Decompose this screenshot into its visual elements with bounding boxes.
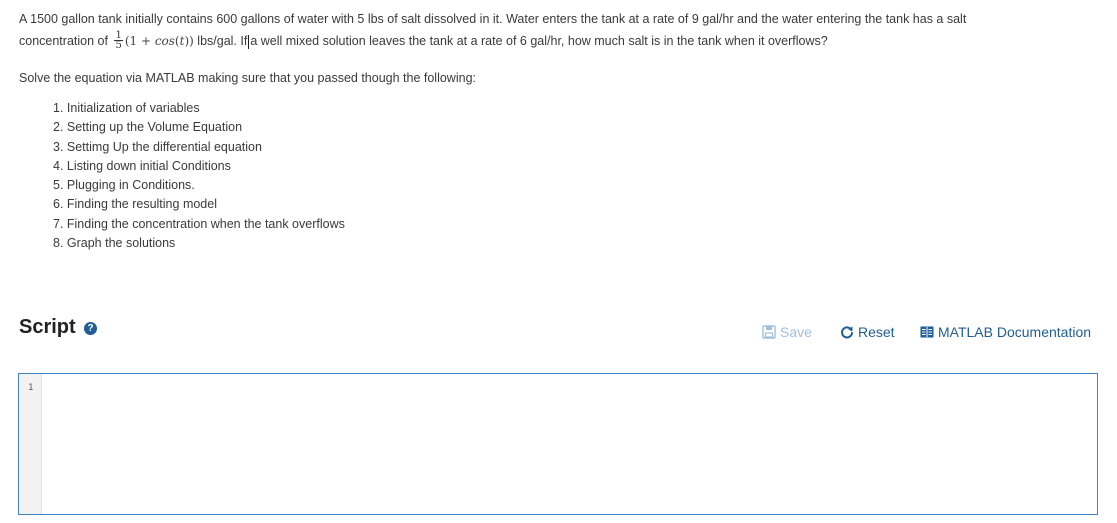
documentation-label: MATLAB Documentation — [938, 324, 1092, 340]
code-editor[interactable]: 1 — [18, 373, 1098, 515]
problem-text-a: lbs/gal. If — [197, 34, 248, 48]
problem-line-1: A 1500 gallon tank initially contains 60… — [19, 12, 967, 26]
problem-line-2: concentration of 1 5 (1 + cos(t)) lbs/ga… — [19, 30, 1019, 52]
problem-statement: A 1500 gallon tank initially contains 60… — [19, 8, 1019, 52]
list-item: 8. Graph the solutions — [53, 236, 176, 251]
steps-list: 1. Initialization of variables 2. Settin… — [53, 99, 345, 253]
save-label: Save — [780, 324, 812, 340]
reset-button[interactable]: Reset — [840, 323, 895, 341]
line-number-gutter: 1 — [19, 374, 42, 514]
list-item: 2. Setting up the Volume Equation — [53, 120, 243, 135]
concentration-label: concentration of — [19, 34, 108, 48]
expression-open: (1 + — [124, 34, 155, 48]
book-icon — [920, 326, 934, 338]
list-item: 1. Initialization of variables — [53, 101, 200, 115]
script-title: Script — [19, 316, 76, 338]
concentration-expression: (1 + cos(t)) — [124, 34, 194, 48]
list-item: 6. Finding the resulting model — [53, 197, 217, 212]
fraction: 1 5 — [114, 31, 123, 52]
line-number: 1 — [28, 383, 34, 393]
matlab-documentation-link[interactable]: MATLAB Documentation — [920, 323, 1091, 341]
problem-text-b: a well mixed solution leaves the tank at… — [250, 34, 828, 48]
expression-close: )) — [184, 34, 194, 48]
list-item: 4. Listing down initial Conditions — [53, 158, 231, 173]
instructions-text: Solve the equation via MATLAB making sur… — [19, 71, 476, 85]
reset-label: Reset — [858, 324, 895, 340]
question-circle-icon[interactable]: ? — [84, 322, 97, 335]
refresh-icon — [841, 326, 853, 339]
list-item: 5. Plugging in Conditions. — [53, 178, 195, 193]
expression-func: cos — [154, 34, 175, 48]
save-button[interactable]: Save — [762, 323, 812, 341]
fraction-denominator: 5 — [115, 40, 122, 52]
list-item: 7. Finding the concentration when the ta… — [53, 216, 345, 231]
list-item: 3. Settimg Up the differential equation — [53, 139, 262, 154]
floppy-disk-icon — [762, 325, 776, 339]
code-input-area[interactable] — [42, 374, 1097, 514]
